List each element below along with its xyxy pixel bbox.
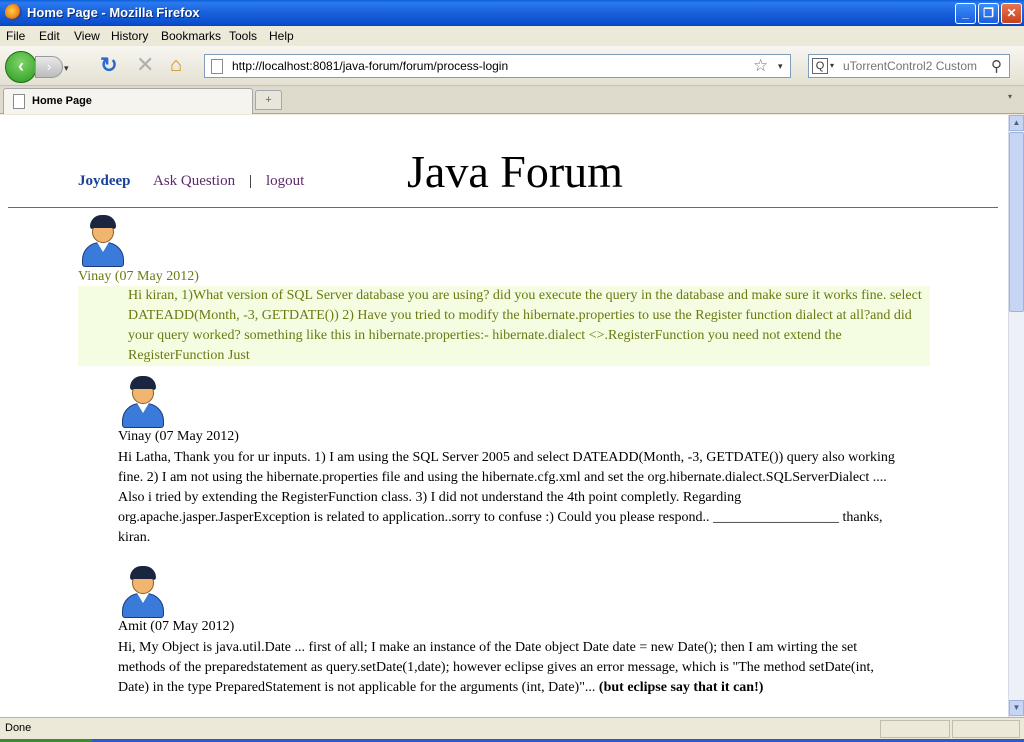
firefox-icon	[5, 4, 22, 21]
title-bar[interactable]: Home Page - Mozilla Firefox _ ❐ ✕	[0, 0, 1024, 26]
url-input[interactable]	[232, 58, 732, 74]
page-icon	[211, 59, 223, 74]
post-message: Hi, My Object is java.util.Date ... firs…	[118, 638, 903, 698]
menu-view[interactable]: View	[74, 29, 100, 43]
forward-button[interactable]: ›	[35, 56, 63, 78]
menu-tools[interactable]: Tools	[229, 29, 257, 43]
scroll-down-icon[interactable]: ▼	[1009, 700, 1024, 716]
menu-bar: File Edit View History Bookmarks Tools H…	[0, 26, 1024, 46]
search-icon[interactable]: ⚲	[991, 57, 1002, 75]
window-title: Home Page - Mozilla Firefox	[27, 5, 200, 20]
reload-icon[interactable]: ↻	[100, 55, 118, 76]
scrollbar-thumb[interactable]	[1009, 132, 1024, 312]
user-avatar-icon	[118, 566, 168, 618]
search-engine-icon[interactable]: Q	[812, 58, 828, 74]
stop-icon[interactable]: ✕	[136, 54, 154, 76]
bookmark-star-icon[interactable]: ☆	[753, 56, 768, 76]
vertical-scrollbar[interactable]: ▲ ▼	[1008, 115, 1024, 717]
close-button[interactable]: ✕	[1001, 3, 1022, 24]
search-engine-dropdown-icon[interactable]: ▾	[830, 61, 834, 70]
user-avatar-icon	[118, 376, 168, 428]
logout-link[interactable]: logout	[266, 173, 304, 190]
user-avatar-icon	[78, 215, 128, 267]
post-message-bold: (but eclipse say that it can!)	[598, 680, 764, 695]
post-message: Hi kiran, 1)What version of SQL Server d…	[78, 286, 930, 366]
tab-home-page[interactable]: Home Page	[3, 88, 253, 114]
url-dropdown-icon[interactable]: ▾	[778, 61, 783, 72]
menu-history[interactable]: History	[111, 29, 148, 43]
user-name-link[interactable]: Joydeep	[78, 173, 131, 190]
back-button[interactable]: ‹	[5, 51, 37, 83]
site-title: Java Forum	[407, 146, 623, 197]
new-tab-button[interactable]: +	[255, 90, 282, 110]
page-icon	[13, 94, 25, 109]
header-divider	[8, 207, 998, 208]
nav-separator: |	[249, 173, 253, 189]
navigation-toolbar: ‹ › ▾ ↻ ✕ ⌂ ☆ ▾ Q ▾ ⚲	[0, 46, 1024, 86]
page-content: Joydeep Ask Question | logout Java Forum…	[0, 115, 1008, 717]
menu-bookmarks[interactable]: Bookmarks	[161, 29, 221, 43]
tab-list-icon[interactable]: ▾	[1008, 92, 1012, 101]
menu-file[interactable]: File	[6, 29, 25, 43]
maximize-button[interactable]: ❐	[978, 3, 999, 24]
url-bar[interactable]: ☆ ▾	[204, 54, 791, 78]
status-panel	[952, 720, 1020, 738]
status-panel	[880, 720, 950, 738]
search-input[interactable]	[843, 58, 991, 74]
menu-edit[interactable]: Edit	[39, 29, 60, 43]
tab-label: Home Page	[32, 95, 92, 107]
firefox-window: Home Page - Mozilla Firefox _ ❐ ✕ File E…	[0, 0, 1024, 742]
minimize-button[interactable]: _	[955, 3, 976, 24]
post-author-date: Vinay (07 May 2012)	[118, 429, 239, 444]
menu-help[interactable]: Help	[269, 29, 294, 43]
status-text: Done	[5, 722, 32, 734]
search-bar[interactable]: Q ▾ ⚲	[808, 54, 1010, 78]
post-message: Hi Latha, Thank you for ur inputs. 1) I …	[118, 450, 895, 545]
ask-question-link[interactable]: Ask Question	[153, 173, 235, 190]
post-author-date: Vinay (07 May 2012)	[78, 269, 199, 284]
tab-strip: Home Page + ▾	[0, 86, 1024, 114]
history-dropdown-icon[interactable]: ▾	[64, 63, 69, 74]
scroll-up-icon[interactable]: ▲	[1009, 115, 1024, 131]
home-icon[interactable]: ⌂	[170, 54, 182, 76]
post-author-date: Amit (07 May 2012)	[118, 619, 235, 634]
